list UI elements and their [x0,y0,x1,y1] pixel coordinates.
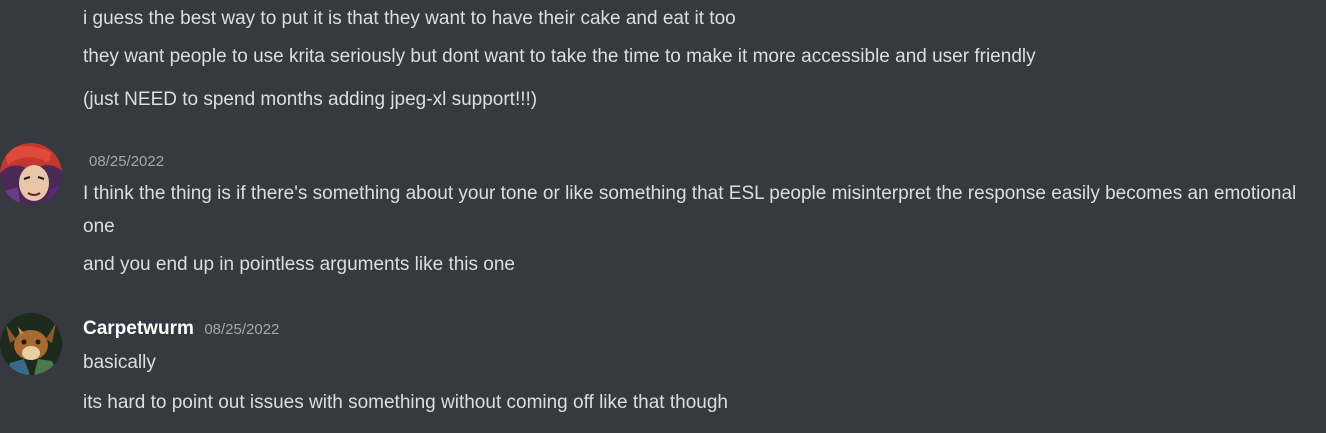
avatar-image [0,143,62,205]
message-line: and you end up in pointless arguments li… [83,254,515,275]
message-line: they want people to use krita seriously … [83,46,1036,67]
user-avatar[interactable] [0,313,62,375]
message-line: basically [83,352,156,373]
timestamp[interactable]: 08/25/2022 [204,321,279,338]
chat-message-list: i guess the best way to put it is that t… [0,0,1326,433]
message-line: I think the thing is if there's somethin… [83,183,1297,237]
avatar-image [0,313,62,375]
message-line: i guess the best way to put it is that t… [83,8,736,29]
message-line: its hard to point out issues with someth… [83,392,728,413]
timestamp[interactable]: 08/25/2022 [89,153,164,170]
message-header: Carpetwurm 08/25/2022 [83,318,279,340]
username[interactable]: Carpetwurm [83,318,194,339]
message-header: 08/25/2022 [83,150,164,172]
user-avatar[interactable] [0,143,62,205]
message-line: (just NEED to spend months adding jpeg-x… [83,89,538,110]
